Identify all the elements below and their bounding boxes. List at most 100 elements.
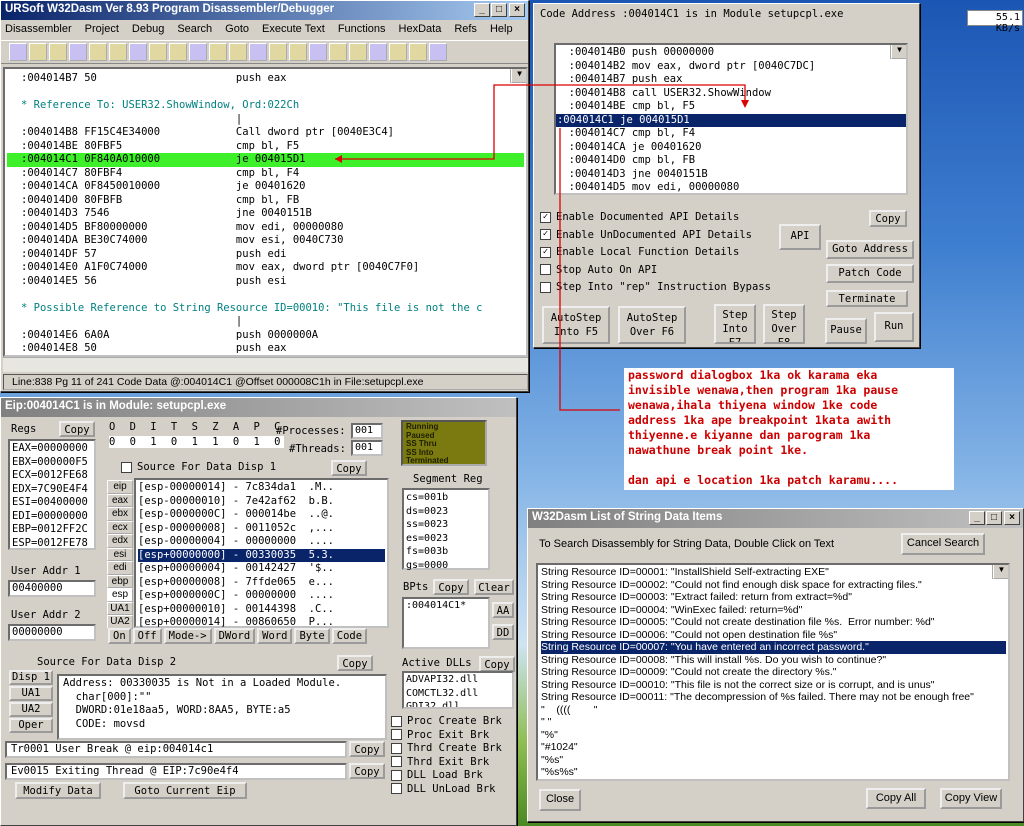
string-item[interactable]: String Resource ID=00006: "Could not ope… [541,629,1006,642]
source2-button[interactable]: Disp 1 [9,670,53,685]
break-option[interactable]: Thrd Exit Brk [391,756,502,770]
source-mode-button[interactable]: DWord [213,628,256,644]
source2-button[interactable]: Oper [9,718,53,733]
break-option[interactable]: Proc Create Brk [391,715,502,729]
cancel-search-button[interactable]: Cancel Search [901,533,985,555]
active-dlls-list[interactable]: ADVAPI32.dll COMCTL32.dll GDI32.dll [402,671,514,709]
close-button[interactable]: Close [539,789,581,811]
break-option[interactable]: DLL Load Brk [391,769,502,783]
stack-line[interactable]: [esp+00000010] - 00144398 .C.. [138,603,385,617]
string-item[interactable]: " (((( " [541,704,1006,717]
source-disp1-list[interactable]: [esp-00000014] - 7c834da1 .M.. [esp-00000… [134,478,389,628]
source-tab[interactable]: UA1 [107,601,133,615]
source-tab[interactable]: UA2 [107,615,133,629]
string-item[interactable]: String Resource ID=00004: "WinExec faile… [541,604,1006,617]
string-item[interactable]: String Resource ID=00009: "Could not cre… [541,666,1006,679]
string-item[interactable]: String Resource ID=00005: "Could not cre… [541,616,1006,629]
source-tab[interactable]: esi [107,547,133,561]
stack-line[interactable]: [esp+00000004] - 00142427 '$.. [138,562,385,576]
bpts-clear-button[interactable]: Clear [474,579,514,595]
checkbox[interactable] [391,742,402,754]
string-item[interactable]: String Resource ID=00003: "Extract faile… [541,591,1006,604]
stack-line[interactable]: [esp-00000004] - 00000000 .... [138,535,385,549]
source2-line: Address: 00330035 is Not in a Loaded Mod… [63,677,342,689]
string-item[interactable]: String Resource ID=00008: "This will ins… [541,654,1006,667]
checkbox[interactable] [391,756,402,767]
dll-item[interactable]: COMCTL32.dll [406,687,510,701]
source2-line: DWORD:01e18aa5, WORD:8AA5, BYTE:a5 [63,704,291,716]
copy-view-button[interactable]: Copy View [940,788,1002,809]
event2-copy-button[interactable]: Copy [349,763,385,779]
source-mode-button[interactable]: Mode-> [163,628,212,644]
event1-copy-button[interactable]: Copy [349,741,385,757]
string-list-scrollbar[interactable] [992,565,1008,579]
stack-line[interactable]: [esp+0000000C] - 00000000 .... [138,589,385,603]
user-addr2-input[interactable]: 00000000 [8,624,96,641]
break-option[interactable]: DLL UnLoad Brk [391,783,502,797]
bpts-dd-button[interactable]: DD [492,624,514,640]
stack-line[interactable]: [esp-0000000C] - 000014be ..@. [138,508,385,522]
copy-all-button[interactable]: Copy All [866,788,926,809]
checkbox[interactable] [391,783,402,794]
source-tab[interactable]: ebp [107,574,133,588]
source-mode-button[interactable]: On [108,628,131,644]
dll-item[interactable]: ADVAPI32.dll [406,673,510,687]
modify-data-button[interactable]: Modify Data [15,782,101,799]
source2-line: CODE: movsd [63,717,146,730]
source-mode-button[interactable]: Off [132,628,162,644]
stack-line[interactable]: [esp-00000010] - 7e42af62 b.B. [138,495,385,509]
goto-current-eip-button[interactable]: Goto Current Eip [123,782,247,799]
string-item[interactable]: "%" [541,729,1006,742]
string-close-icon[interactable]: × [1004,511,1020,525]
string-item[interactable]: String Resource ID=00011: "The decompres… [541,691,1006,704]
string-item[interactable]: " " [541,716,1006,729]
dlls-copy-button[interactable]: Copy [479,656,515,672]
bpts-copy-button[interactable]: Copy [433,579,469,595]
stack-line[interactable]: [esp+00000000] - 00330035 5.3. [138,548,385,562]
threads-label: #Threads: [289,443,346,455]
string-item[interactable]: String Resource ID=00001: "InstallShield… [541,566,1006,579]
string-item[interactable]: String Resource ID=00002: "Could not fin… [541,579,1006,592]
string-maximize-icon[interactable]: □ [986,511,1002,525]
source-mode-button[interactable]: Code [331,628,368,644]
stack-line[interactable]: [esp-00000008] - 0011052c ,... [138,522,385,536]
flags-values[interactable]: 0 0 1 0 1 1 0 1 0 [109,436,285,448]
source-mode-button[interactable]: Word [257,628,293,644]
source-tab[interactable]: eip [107,480,133,494]
segment-reg: es=0023 [406,532,449,544]
string-item[interactable]: String Resource ID=00010: "This file is … [541,679,1006,692]
break-option[interactable]: Proc Exit Brk [391,729,502,743]
source-disp2-copy-button[interactable]: Copy [337,655,373,671]
source-tab[interactable]: edi [107,561,133,575]
source-disp1-copy-button[interactable]: Copy [331,460,367,476]
break-option[interactable]: Thrd Create Brk [391,742,502,756]
source-disp1-header: Source For Data Disp 1 [121,461,276,473]
checkbox[interactable] [391,769,402,781]
source-tab[interactable]: ecx [107,520,133,534]
regs-copy-button[interactable]: Copy [59,421,95,437]
user-addr1-input[interactable]: 00400000 [8,580,96,597]
string-item[interactable]: "%s%s" [541,766,1006,779]
source2-button[interactable]: UA2 [9,702,53,717]
source-tab[interactable]: esp [107,588,133,602]
breakpoint-item[interactable]: :004014C1* [406,600,486,611]
string-list[interactable]: String Resource ID=00001: "InstallShield… [536,563,1010,781]
source-tab[interactable]: ebx [107,507,133,521]
source2-button[interactable]: UA1 [9,686,53,701]
stack-line[interactable]: [esp-00000014] - 7c834da1 .M.. [138,481,385,495]
source-tab[interactable]: edx [107,534,133,548]
user-addr2-label: User Addr 2 [11,609,81,621]
string-item[interactable]: "#1024" [541,741,1006,754]
breakpoint-list[interactable]: :004014C1* [402,597,490,649]
checkbox[interactable] [391,729,402,740]
string-item[interactable]: String Resource ID=00007: "You have ente… [541,641,1006,654]
run-state-panel: Running Paused SS Thru SS Into Terminated [401,420,487,466]
string-minimize-icon[interactable]: _ [969,511,985,525]
stack-line[interactable]: [esp+00000008] - 7ffde065 e... [138,576,385,590]
bpts-aa-button[interactable]: AA [492,602,514,618]
string-item[interactable]: "%s" [541,754,1006,767]
checkbox[interactable] [391,715,402,727]
source-tab[interactable]: eax [107,493,133,507]
source-mode-button[interactable]: Byte [294,628,330,644]
dll-item[interactable]: GDI32.dll [406,700,510,707]
